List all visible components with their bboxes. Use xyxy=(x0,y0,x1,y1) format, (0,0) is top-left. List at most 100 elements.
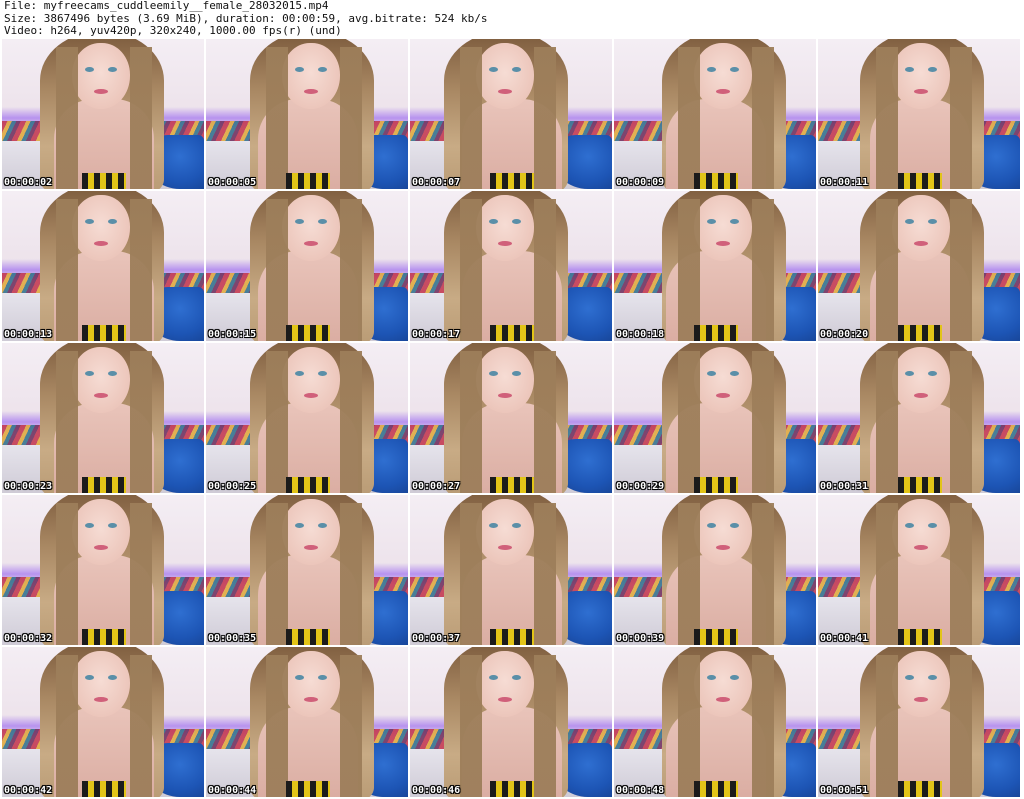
thumbnail-timestamp: 00:00:11 xyxy=(820,177,869,188)
file-name-line: File: myfreecams_cuddleemily__female_280… xyxy=(4,0,329,12)
hair-strands xyxy=(876,199,972,341)
thumbnail-timestamp: 00:00:37 xyxy=(412,633,461,644)
video-thumbnail: 00:00:31 xyxy=(818,343,1020,493)
clothing-top xyxy=(286,629,330,645)
hair-strands xyxy=(56,351,152,493)
video-thumbnail: 00:00:46 xyxy=(410,647,612,797)
video-thumbnail: 00:00:15 xyxy=(206,191,408,341)
video-thumbnail: 00:00:42 xyxy=(2,647,204,797)
thumbnail-timestamp: 00:00:05 xyxy=(208,177,257,188)
clothing-top xyxy=(694,325,738,341)
video-info-line: Video: h264, yuv420p, 320x240, 1000.00 f… xyxy=(4,25,342,37)
hair-strands xyxy=(460,47,556,189)
clothing-top xyxy=(898,325,942,341)
hair-strands xyxy=(56,655,152,797)
clothing-top xyxy=(286,477,330,493)
hair-strands xyxy=(266,199,362,341)
clothing-top xyxy=(898,173,942,189)
hair-strands xyxy=(876,503,972,645)
clothing-top xyxy=(490,781,534,797)
hair-strands xyxy=(678,503,774,645)
clothing-top xyxy=(286,325,330,341)
hair-strands xyxy=(876,655,972,797)
thumbnail-timestamp: 00:00:35 xyxy=(208,633,257,644)
file-size-line: Size: 3867496 bytes (3.69 MiB), duration… xyxy=(4,12,488,25)
clothing-top xyxy=(82,781,126,797)
clothing-top xyxy=(694,477,738,493)
video-thumbnail: 00:00:05 xyxy=(206,39,408,189)
video-thumbnail: 00:00:02 xyxy=(2,39,204,189)
thumbnail-timestamp: 00:00:51 xyxy=(820,785,869,796)
hair-strands xyxy=(266,47,362,189)
thumbnail-timestamp: 00:00:29 xyxy=(616,481,665,492)
clothing-top xyxy=(490,477,534,493)
clothing-top xyxy=(490,325,534,341)
hair-strands xyxy=(266,655,362,797)
thumbnail-timestamp: 00:00:46 xyxy=(412,785,461,796)
thumbnail-timestamp: 00:00:42 xyxy=(4,785,53,796)
video-thumbnail: 00:00:51 xyxy=(818,647,1020,797)
video-thumbnail: 00:00:23 xyxy=(2,343,204,493)
thumbnail-timestamp: 00:00:13 xyxy=(4,329,53,340)
video-thumbnail: 00:00:29 xyxy=(614,343,816,493)
video-thumbnail: 00:00:13 xyxy=(2,191,204,341)
video-thumbnail: 00:00:48 xyxy=(614,647,816,797)
clothing-top xyxy=(694,173,738,189)
hair-strands xyxy=(266,351,362,493)
hair-strands xyxy=(678,655,774,797)
thumbnail-timestamp: 00:00:07 xyxy=(412,177,461,188)
video-thumbnail: 00:00:17 xyxy=(410,191,612,341)
clothing-top xyxy=(694,781,738,797)
thumbnail-timestamp: 00:00:17 xyxy=(412,329,461,340)
clothing-top xyxy=(898,629,942,645)
video-thumbnail: 00:00:11 xyxy=(818,39,1020,189)
clothing-top xyxy=(898,477,942,493)
video-thumbnail: 00:00:37 xyxy=(410,495,612,645)
hair-strands xyxy=(56,503,152,645)
clothing-top xyxy=(82,477,126,493)
hair-strands xyxy=(56,199,152,341)
thumbnail-timestamp: 00:00:25 xyxy=(208,481,257,492)
thumbnail-timestamp: 00:00:27 xyxy=(412,481,461,492)
hair-strands xyxy=(876,47,972,189)
video-thumbnail: 00:00:27 xyxy=(410,343,612,493)
clothing-top xyxy=(82,629,126,645)
thumbnail-grid: 00:00:02 00:00:05 00:00:07 00:00:09 00:00:11… xyxy=(2,39,1022,799)
video-thumbnail: 00:00:32 xyxy=(2,495,204,645)
video-thumbnail: 00:00:07 xyxy=(410,39,612,189)
clothing-top xyxy=(82,325,126,341)
clothing-top xyxy=(490,173,534,189)
thumbnail-timestamp: 00:00:15 xyxy=(208,329,257,340)
hair-strands xyxy=(56,47,152,189)
video-thumbnail: 00:00:44 xyxy=(206,647,408,797)
video-thumbnail: 00:00:09 xyxy=(614,39,816,189)
file-info-header: File: myfreecams_cuddleemily__female_280… xyxy=(0,0,1024,38)
hair-strands xyxy=(460,655,556,797)
thumbnail-timestamp: 00:00:41 xyxy=(820,633,869,644)
video-thumbnail: 00:00:20 xyxy=(818,191,1020,341)
hair-strands xyxy=(460,351,556,493)
thumbnail-timestamp: 00:00:31 xyxy=(820,481,869,492)
video-thumbnail: 00:00:18 xyxy=(614,191,816,341)
hair-strands xyxy=(266,503,362,645)
thumbnail-timestamp: 00:00:39 xyxy=(616,633,665,644)
thumbnail-timestamp: 00:00:48 xyxy=(616,785,665,796)
clothing-top xyxy=(694,629,738,645)
hair-strands xyxy=(876,351,972,493)
clothing-top xyxy=(490,629,534,645)
clothing-top xyxy=(898,781,942,797)
thumbnail-timestamp: 00:00:32 xyxy=(4,633,53,644)
thumbnail-timestamp: 00:00:23 xyxy=(4,481,53,492)
hair-strands xyxy=(460,199,556,341)
hair-strands xyxy=(678,47,774,189)
clothing-top xyxy=(286,781,330,797)
video-thumbnail: 00:00:25 xyxy=(206,343,408,493)
thumbnail-timestamp: 00:00:44 xyxy=(208,785,257,796)
clothing-top xyxy=(286,173,330,189)
video-thumbnail: 00:00:39 xyxy=(614,495,816,645)
thumbnail-timestamp: 00:00:18 xyxy=(616,329,665,340)
thumbnail-timestamp: 00:00:02 xyxy=(4,177,53,188)
hair-strands xyxy=(678,351,774,493)
thumbnail-timestamp: 00:00:09 xyxy=(616,177,665,188)
video-thumbnail: 00:00:35 xyxy=(206,495,408,645)
